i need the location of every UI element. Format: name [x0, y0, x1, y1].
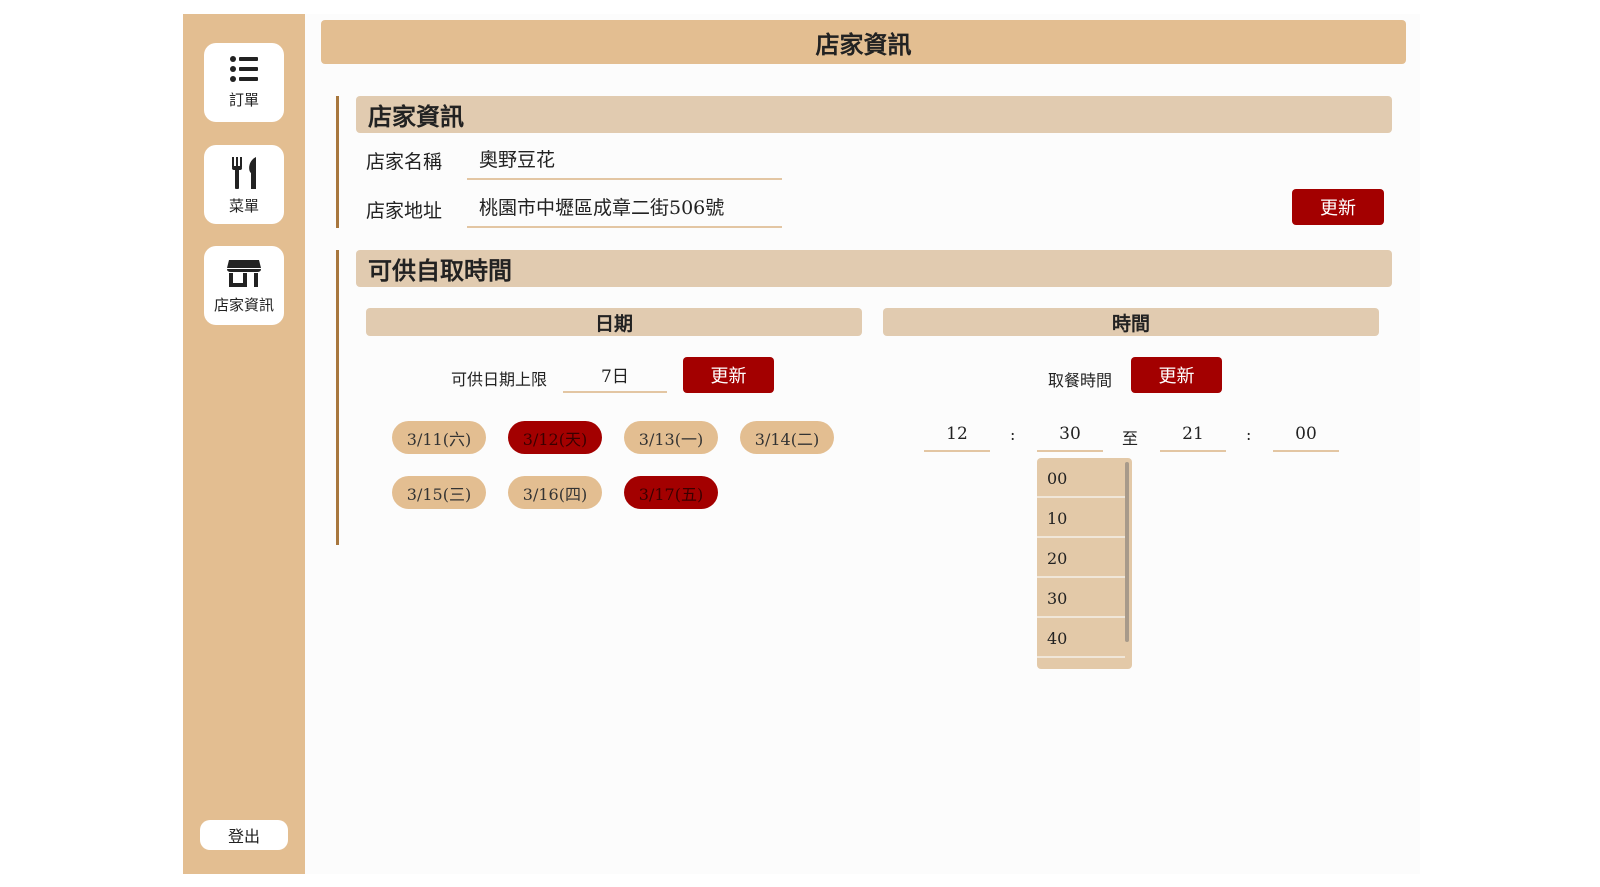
time-range-separator: 至	[1122, 429, 1139, 448]
dropdown-option[interactable]: 00	[1037, 460, 1125, 498]
logout-button[interactable]: 登出	[200, 820, 288, 850]
date-chip[interactable]: 3/11(六)	[392, 421, 486, 454]
sidebar-item-store-info[interactable]: 店家資訊	[204, 246, 284, 325]
store-name-label: 店家名稱	[366, 151, 443, 173]
date-chip[interactable]: 3/15(三)	[392, 476, 486, 509]
pickup-time-label: 取餐時間	[1048, 371, 1113, 390]
store-address-label: 店家地址	[366, 200, 443, 222]
pickup-section-title: 可供自取時間	[356, 250, 1392, 287]
date-chip[interactable]: 3/17(五)	[624, 476, 718, 509]
sidebar-item-label: 訂單	[228, 91, 259, 109]
sidebar-item-label: 店家資訊	[213, 296, 274, 314]
date-chip[interactable]: 3/12(天)	[508, 421, 602, 454]
store-info-section-title: 店家資訊	[356, 96, 1392, 133]
sidebar: 訂單 菜單 店家資訊 登出	[183, 14, 305, 874]
dropdown-scrollbar[interactable]	[1125, 462, 1129, 642]
store-address-field[interactable]: 桃園市中壢區成章二街506號	[467, 188, 782, 228]
date-chip[interactable]: 3/13(一)	[624, 421, 718, 454]
sidebar-item-orders[interactable]: 訂單	[204, 43, 284, 122]
list-icon	[230, 56, 258, 82]
page-title: 店家資訊	[321, 20, 1406, 64]
time-column-header: 時間	[883, 308, 1379, 336]
store-name-field[interactable]: 奧野豆花	[467, 140, 782, 180]
utensils-icon	[232, 157, 256, 189]
dropdown-option[interactable]: 20	[1037, 540, 1125, 578]
date-limit-update-button[interactable]: 更新	[683, 357, 774, 393]
date-column-header: 日期	[366, 308, 862, 336]
sidebar-item-menu[interactable]: 菜單	[204, 145, 284, 224]
store-info-update-button[interactable]: 更新	[1292, 189, 1384, 225]
dropdown-option[interactable]: 10	[1037, 500, 1125, 538]
date-chip[interactable]: 3/14(二)	[740, 421, 834, 454]
end-minute-input[interactable]: 00	[1273, 418, 1339, 452]
start-hour-input[interactable]: 12	[924, 418, 990, 452]
section-divider	[336, 250, 339, 545]
end-hour-input[interactable]: 21	[1160, 418, 1226, 452]
store-icon	[227, 260, 261, 287]
start-minute-input[interactable]: 30	[1037, 418, 1103, 452]
date-limit-input[interactable]: 7日	[563, 358, 667, 393]
minute-dropdown[interactable]: 00 10 20 30 40	[1037, 458, 1132, 669]
dropdown-option[interactable]: 40	[1037, 620, 1125, 658]
dropdown-option[interactable]: 30	[1037, 580, 1125, 618]
pickup-time-update-button[interactable]: 更新	[1131, 357, 1222, 393]
date-limit-label: 可供日期上限	[451, 370, 548, 389]
sidebar-item-label: 菜單	[228, 197, 259, 215]
time-colon: :	[1010, 425, 1016, 444]
section-divider	[336, 96, 339, 228]
date-chip[interactable]: 3/16(四)	[508, 476, 602, 509]
time-colon: :	[1246, 425, 1252, 444]
